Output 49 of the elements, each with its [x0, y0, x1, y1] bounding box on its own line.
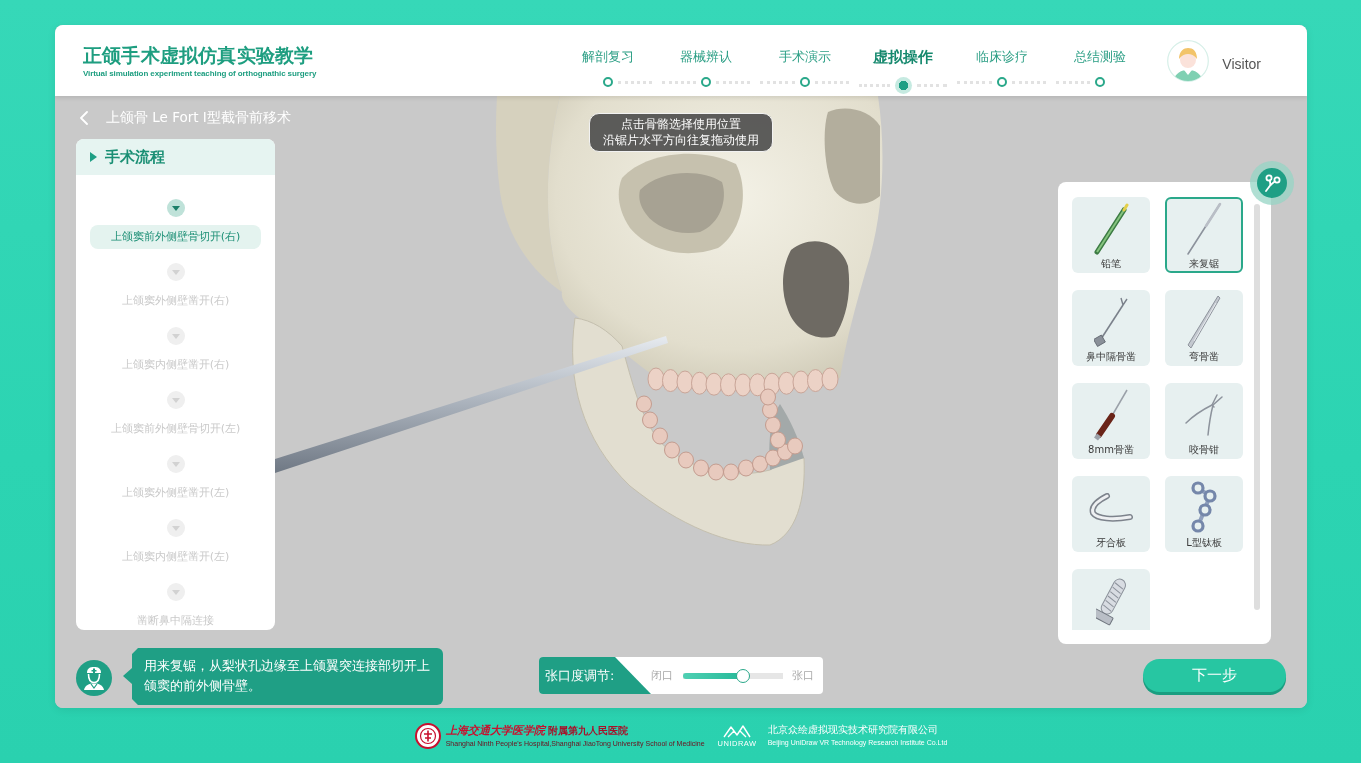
school-emblem-icon — [414, 722, 441, 749]
bone-plate-icon — [1189, 481, 1219, 535]
panel-title: 手术流程 — [105, 147, 165, 167]
nav-tab[interactable]: 解剖复习 — [578, 47, 637, 67]
pliers-icon — [1184, 393, 1224, 437]
step-item[interactable]: 上颌窦前外侧壁骨切开(右) — [90, 225, 261, 249]
hint-text: 沿锯片水平方向往复拖动使用 — [603, 132, 759, 148]
mountain-logo-icon — [722, 723, 753, 738]
saw-icon — [1186, 202, 1222, 256]
hint-text: 点击骨骼选择使用位置 — [621, 117, 741, 133]
tool-card[interactable]: 弯骨凿 — [1165, 290, 1243, 366]
doctor-avatar-icon — [76, 660, 112, 696]
scissors-icon — [1257, 168, 1287, 198]
nav-tab[interactable]: 器械辨认 — [677, 47, 736, 67]
min-label: 闭口 — [651, 668, 673, 683]
back-chevron-icon — [80, 110, 88, 125]
user-name: Visitor — [1222, 55, 1261, 72]
nav-tab[interactable]: 虚拟操作 — [870, 47, 937, 67]
pencil-icon — [1093, 203, 1129, 255]
app-subtitle: Virtual simulation experiment teaching of orthognathic surgery — [83, 68, 317, 78]
nav-tab[interactable]: 临床诊疗 — [972, 47, 1031, 67]
instruction-bubble: 用来复锯，从梨状孔边缘至上颌翼突连接部切开上颌窦的前外侧骨壁。 — [123, 648, 443, 705]
school-logo-text: 上海交通大学医学院 — [445, 722, 545, 738]
tool-card[interactable]: 8mm骨凿 — [1072, 383, 1150, 459]
tool-card[interactable]: 鼻中隔骨凿 — [1072, 290, 1150, 366]
user-avatar-icon[interactable] — [1167, 39, 1210, 82]
forked-chisel-icon — [1094, 297, 1128, 347]
slider-label: 张口度调节: — [539, 657, 651, 694]
chisel-icon — [1186, 295, 1222, 349]
hospital-name: 附属第九人民医院 — [547, 723, 628, 738]
nav-tab[interactable]: 手术演示 — [775, 47, 834, 67]
company-name: 北京众绘虚拟现实技术研究院有限公司 — [767, 723, 939, 738]
tool-card[interactable]: 铅笔 — [1072, 197, 1150, 273]
dental-splint-icon — [1089, 493, 1133, 523]
tool-card[interactable]: 牙合板 — [1072, 476, 1150, 552]
max-label: 张口 — [792, 668, 814, 683]
app-title: 正颌手术虚拟仿真实验教学 — [83, 43, 315, 66]
back-button[interactable] — [78, 109, 90, 126]
tool-card[interactable] — [1072, 569, 1150, 630]
scissors-button[interactable] — [1250, 161, 1294, 205]
next-step-button[interactable]: 下一步 — [1143, 659, 1286, 692]
tool-card[interactable]: 来复锯 — [1165, 197, 1243, 273]
tool-card[interactable]: L型钛板 — [1165, 476, 1243, 552]
chisel-icon — [1093, 388, 1129, 442]
tool-card[interactable]: 咬骨钳 — [1165, 383, 1243, 459]
triangle-icon — [90, 152, 97, 162]
scrollbar[interactable] — [1254, 204, 1260, 610]
slider-thumb[interactable] — [736, 668, 750, 683]
nav-tab[interactable]: 总结测验 — [1071, 47, 1130, 67]
